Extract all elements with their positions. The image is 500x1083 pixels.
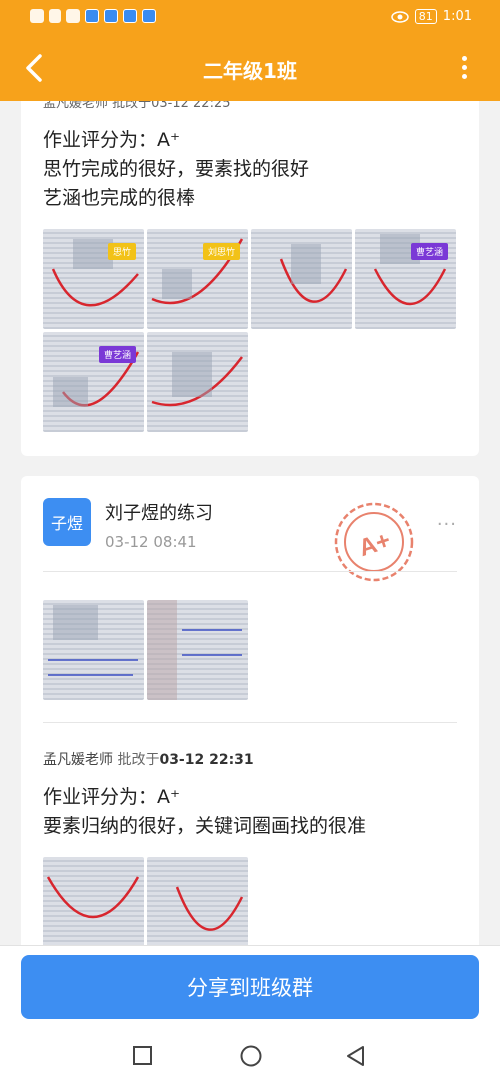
- feedback-card: 孟凡媛老师 批改于03-12 22:25 作业评分为：A⁺ 思竹完成的很好，要素…: [21, 60, 479, 456]
- cloud-icon: [123, 9, 137, 23]
- system-nav-bar: [0, 1033, 500, 1083]
- bottom-action-bar: 分享到班级群: [0, 945, 500, 1033]
- teacher-name: 孟凡媛老师: [43, 752, 113, 768]
- review-time: 03-12 22:31: [159, 752, 254, 768]
- homework-image[interactable]: 曹艺涵: [355, 229, 456, 329]
- corrected-images: 思竹 刘思竹 曹艺涵 曹艺涵: [43, 229, 456, 432]
- student-tag: 曹艺涵: [98, 346, 136, 363]
- more-dot: [462, 56, 467, 61]
- more-dot: [462, 65, 467, 70]
- comment-line: 要素归纳的很好，关键词圈画找的很准: [43, 815, 367, 837]
- status-left-icons: [30, 9, 156, 23]
- practice-card: 子煜 刘子煜的练习 03-12 08:41 A+ ··· 孟凡媛老师 批改于03…: [21, 476, 479, 957]
- homework-image[interactable]: 刘思竹: [147, 229, 248, 329]
- corrected-images: [43, 857, 456, 957]
- student-tag: 曹艺涵: [410, 243, 448, 260]
- clock: 1:01: [442, 9, 472, 24]
- eye-icon: [391, 10, 409, 23]
- homework-image[interactable]: [147, 600, 248, 700]
- submitted-images: [43, 600, 456, 700]
- app-header: 81 1:01 二年级1班: [0, 0, 500, 101]
- teacher-comment: 作业评分为：A⁺ 要素归纳的很好，关键词圈画找的很准: [43, 783, 366, 841]
- home-icon[interactable]: [239, 1045, 263, 1069]
- recent-apps-icon[interactable]: [132, 1045, 154, 1067]
- hd-icon: [30, 9, 44, 23]
- page-title: 二年级1班: [203, 59, 297, 83]
- homework-image[interactable]: 曹艺涵: [43, 332, 144, 432]
- bulb-icon: [142, 9, 156, 23]
- grade-line: 作业评分为：A⁺: [43, 786, 181, 808]
- homework-image[interactable]: [43, 600, 144, 700]
- stamp-text: A+: [356, 527, 394, 562]
- back-nav-icon[interactable]: [345, 1045, 367, 1067]
- student-tag: 思竹: [107, 243, 136, 260]
- review-action: 批改于: [113, 752, 160, 768]
- practice-title: 刘子煜的练习: [105, 503, 213, 524]
- app-notification-icon: [85, 9, 99, 23]
- teacher-comment: 作业评分为：A⁺ 思竹完成的很好，要素找的很好 艺涵也完成的很棒: [43, 126, 309, 213]
- homework-image[interactable]: [147, 332, 248, 432]
- homework-image[interactable]: 思竹: [43, 229, 144, 329]
- more-options-icon[interactable]: ···: [437, 514, 457, 535]
- homework-image[interactable]: [147, 857, 248, 957]
- comment-line: 艺涵也完成的很棒: [43, 187, 196, 209]
- grade-line: 作业评分为：A⁺: [43, 129, 181, 151]
- battery-indicator: 81: [414, 9, 437, 24]
- avatar[interactable]: 子煜: [43, 498, 91, 546]
- status-right-icons: 81 1:01: [391, 9, 472, 24]
- app-notification-icon: [104, 9, 118, 23]
- divider: [43, 571, 457, 572]
- homework-image[interactable]: [43, 857, 144, 957]
- status-bar: 81 1:01: [0, 0, 500, 34]
- divider: [43, 722, 457, 723]
- signal-icon: [49, 9, 61, 23]
- more-dot: [462, 74, 467, 79]
- student-tag: 刘思竹: [202, 243, 240, 260]
- more-menu-button[interactable]: [462, 56, 470, 80]
- wifi-icon: [66, 9, 80, 23]
- card-header: 子煜 刘子煜的练习 03-12 08:41: [43, 498, 213, 551]
- practice-time: 03-12 08:41: [105, 533, 197, 551]
- review-meta: 孟凡媛老师 批改于03-12 22:31: [43, 749, 254, 769]
- comment-line: 思竹完成的很好，要素找的很好: [43, 158, 310, 180]
- share-to-class-group-button[interactable]: 分享到班级群: [21, 955, 479, 1019]
- homework-image[interactable]: [251, 229, 352, 329]
